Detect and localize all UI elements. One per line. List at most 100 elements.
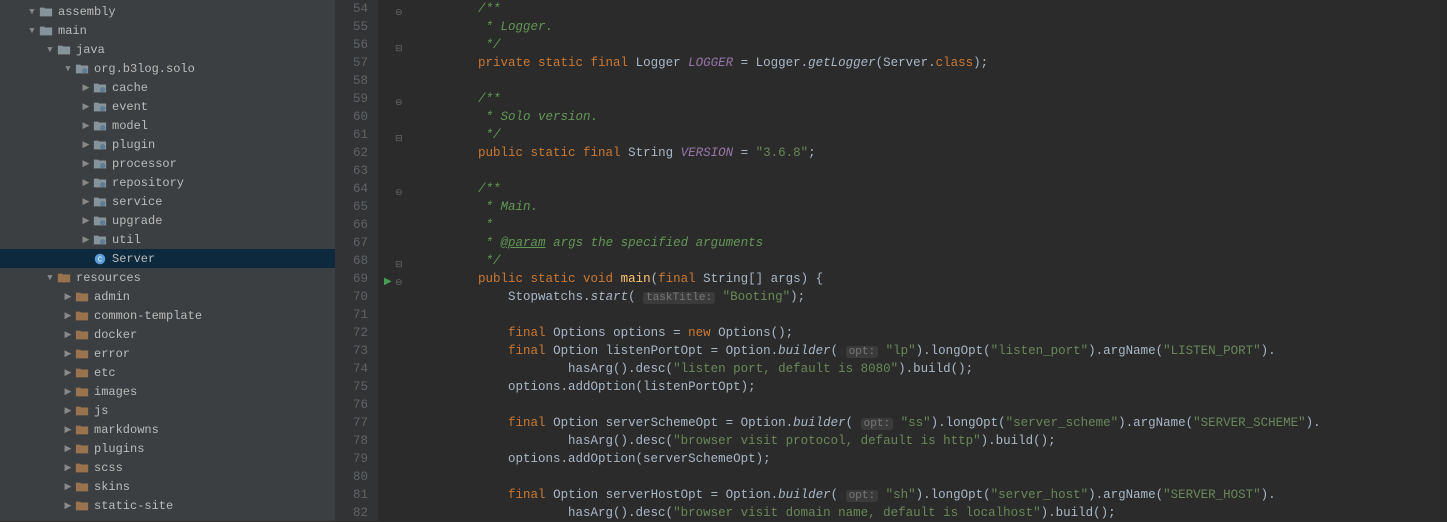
token-str: "SERVER_SCHEME" <box>1193 416 1306 430</box>
project-tree[interactable]: ▼assembly▼main▼java▼org.b3log.solo▶cache… <box>0 0 335 521</box>
chevron-right-icon[interactable]: ▶ <box>80 197 92 207</box>
tree-node-util[interactable]: ▶util <box>0 230 335 249</box>
chevron-down-icon[interactable]: ▼ <box>44 45 56 55</box>
chevron-right-icon[interactable]: ▶ <box>62 387 74 397</box>
chevron-right-icon[interactable]: ▶ <box>80 159 92 169</box>
token-doc: * Logger. <box>478 20 553 34</box>
tree-node-org-b3log-solo[interactable]: ▼org.b3log.solo <box>0 59 335 78</box>
chevron-right-icon[interactable]: ▶ <box>62 311 74 321</box>
code-editor[interactable]: 5455565758596061626364656667686970717273… <box>335 0 1447 521</box>
code-line[interactable]: options.addOption(listenPortOpt); <box>418 378 1447 396</box>
line-number: 72 <box>353 324 368 342</box>
code-line[interactable]: /** <box>418 180 1447 198</box>
code-line[interactable]: * Main. <box>418 198 1447 216</box>
code-line[interactable] <box>418 162 1447 180</box>
chevron-right-icon[interactable]: ▶ <box>62 349 74 359</box>
code-line[interactable]: final Options options = new Options(); <box>418 324 1447 342</box>
tree-node-java[interactable]: ▼java <box>0 40 335 59</box>
code-line[interactable]: * <box>418 216 1447 234</box>
chevron-down-icon[interactable]: ▼ <box>62 64 74 74</box>
tree-node-repository[interactable]: ▶repository <box>0 173 335 192</box>
fold-open-icon[interactable]: ⊖ <box>395 94 403 112</box>
code-line[interactable]: final Option listenPortOpt = Option.buil… <box>418 342 1447 360</box>
tree-node-server[interactable]: CServer <box>0 249 335 268</box>
tree-node-label: static-site <box>94 499 173 513</box>
code-line[interactable]: options.addOption(serverSchemeOpt); <box>418 450 1447 468</box>
chevron-right-icon[interactable]: ▶ <box>80 140 92 150</box>
fold-close-icon[interactable]: ⊟ <box>395 40 403 58</box>
code-line[interactable]: final Option serverHostOpt = Option.buil… <box>418 486 1447 504</box>
tree-node-docker[interactable]: ▶docker <box>0 325 335 344</box>
tree-node-scss[interactable]: ▶scss <box>0 458 335 477</box>
token-type: Option listenPortOpt <box>553 344 703 358</box>
tree-node-event[interactable]: ▶event <box>0 97 335 116</box>
tree-node-etc[interactable]: ▶etc <box>0 363 335 382</box>
chevron-right-icon[interactable]: ▶ <box>62 482 74 492</box>
tree-node-plugin[interactable]: ▶plugin <box>0 135 335 154</box>
tree-node-cache[interactable]: ▶cache <box>0 78 335 97</box>
token-kw: final <box>508 326 553 340</box>
code-line[interactable]: Stopwatchs.start( taskTitle: "Booting"); <box>418 288 1447 306</box>
tree-node-markdowns[interactable]: ▶markdowns <box>0 420 335 439</box>
code-line[interactable]: * Logger. <box>418 18 1447 36</box>
fold-close-icon[interactable]: ⊟ <box>395 130 403 148</box>
chevron-right-icon[interactable]: ▶ <box>62 463 74 473</box>
code-line[interactable]: public static final String VERSION = "3.… <box>418 144 1447 162</box>
code-line[interactable]: private static final Logger LOGGER = Log… <box>418 54 1447 72</box>
chevron-down-icon[interactable]: ▼ <box>26 26 38 36</box>
chevron-right-icon[interactable]: ▶ <box>80 235 92 245</box>
tree-node-common-template[interactable]: ▶common-template <box>0 306 335 325</box>
code-line[interactable] <box>418 468 1447 486</box>
tree-node-skins[interactable]: ▶skins <box>0 477 335 496</box>
tree-node-resources[interactable]: ▼resources <box>0 268 335 287</box>
code-line[interactable]: hasArg().desc("listen port, default is 8… <box>418 360 1447 378</box>
tree-node-processor[interactable]: ▶ processor <box>0 154 335 173</box>
tree-node-admin[interactable]: ▶admin <box>0 287 335 306</box>
code-line[interactable]: /** <box>418 0 1447 18</box>
chevron-down-icon[interactable]: ▼ <box>26 7 38 17</box>
tree-node-service[interactable]: ▶service <box>0 192 335 211</box>
chevron-right-icon[interactable]: ▶ <box>80 178 92 188</box>
tree-node-error[interactable]: ▶error <box>0 344 335 363</box>
tree-node-assembly[interactable]: ▼assembly <box>0 2 335 21</box>
code-line[interactable]: hasArg().desc("browser visit domain name… <box>418 504 1447 522</box>
code-line[interactable]: */ <box>418 252 1447 270</box>
tree-node-js[interactable]: ▶js <box>0 401 335 420</box>
chevron-right-icon[interactable]: ▶ <box>62 292 74 302</box>
run-gutter-icon[interactable]: ▶ <box>384 274 392 292</box>
tree-node-plugins[interactable]: ▶plugins <box>0 439 335 458</box>
code-line[interactable]: final Option serverSchemeOpt = Option.bu… <box>418 414 1447 432</box>
chevron-right-icon[interactable]: ▶ <box>80 102 92 112</box>
chevron-right-icon[interactable]: ▶ <box>62 501 74 511</box>
tree-node-label: processor <box>112 157 177 171</box>
code-line[interactable]: * Solo version. <box>418 108 1447 126</box>
chevron-right-icon[interactable]: ▶ <box>80 216 92 226</box>
code-line[interactable]: */ <box>418 36 1447 54</box>
chevron-right-icon[interactable]: ▶ <box>80 121 92 131</box>
code-line[interactable]: /** <box>418 90 1447 108</box>
chevron-right-icon[interactable]: ▶ <box>62 425 74 435</box>
chevron-right-icon[interactable]: ▶ <box>62 406 74 416</box>
fold-open-icon[interactable]: ⊖ <box>395 274 403 292</box>
fold-open-icon[interactable]: ⊖ <box>395 4 403 22</box>
chevron-down-icon[interactable]: ▼ <box>44 273 56 283</box>
chevron-right-icon[interactable]: ▶ <box>62 330 74 340</box>
code-line[interactable] <box>418 396 1447 414</box>
chevron-right-icon[interactable]: ▶ <box>62 444 74 454</box>
code-line[interactable]: * @param args the specified arguments <box>418 234 1447 252</box>
fold-close-icon[interactable]: ⊟ <box>395 256 403 274</box>
code-line[interactable]: */ <box>418 126 1447 144</box>
code-area[interactable]: /** * Logger. */ private static final Lo… <box>406 0 1447 521</box>
tree-node-model[interactable]: ▶model <box>0 116 335 135</box>
chevron-right-icon[interactable]: ▶ <box>80 83 92 93</box>
tree-node-images[interactable]: ▶images <box>0 382 335 401</box>
tree-node-static-site[interactable]: ▶ static-site <box>0 496 335 515</box>
chevron-right-icon[interactable]: ▶ <box>62 368 74 378</box>
fold-open-icon[interactable]: ⊖ <box>395 184 403 202</box>
tree-node-main[interactable]: ▼main <box>0 21 335 40</box>
code-line[interactable] <box>418 72 1447 90</box>
code-line[interactable]: public static void main(final String[] a… <box>418 270 1447 288</box>
tree-node-upgrade[interactable]: ▶upgrade <box>0 211 335 230</box>
code-line[interactable] <box>418 306 1447 324</box>
code-line[interactable]: hasArg().desc("browser visit protocol, d… <box>418 432 1447 450</box>
